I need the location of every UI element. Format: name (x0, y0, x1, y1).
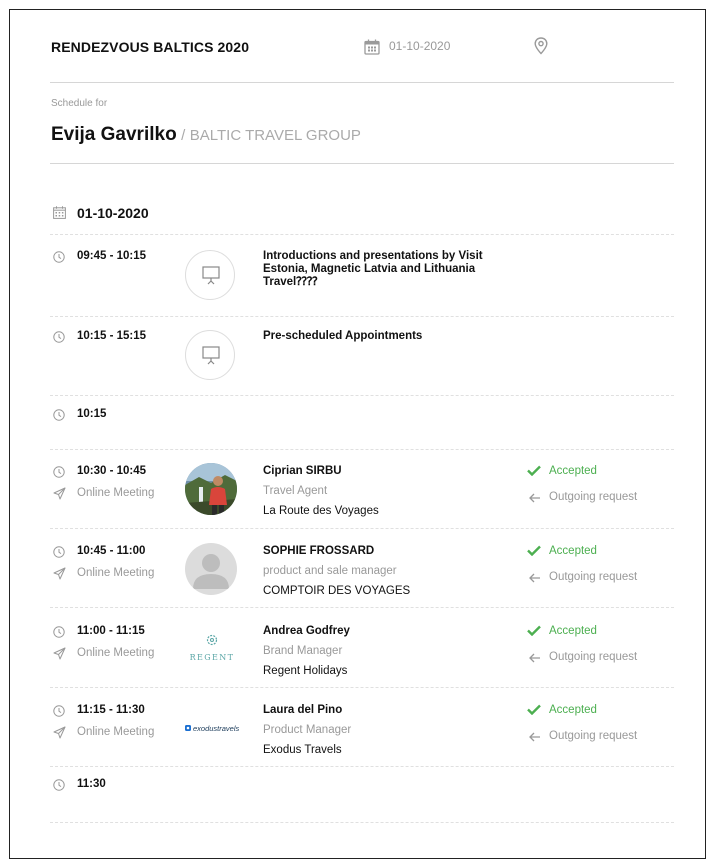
status-accepted: Accepted (549, 545, 597, 557)
time-range: 10:30 - 10:45 (77, 465, 147, 477)
event-title: RENDEZVOUS BALTICS 2020 (51, 39, 250, 55)
time-slot: 10:15 (77, 408, 107, 420)
participant-role: Product Manager (263, 724, 352, 736)
regent-logo-icon (206, 634, 218, 646)
meeting-mode: Online Meeting (77, 567, 155, 579)
time-range: 11:00 - 11:15 (77, 625, 145, 637)
divider (50, 163, 674, 164)
schedule-page: RENDEZVOUS BALTICS 2020 01-10-2020 Sched… (9, 9, 706, 859)
participant-name[interactable]: Ciprian SIRBU (263, 465, 342, 477)
participant-role: Travel Agent (263, 485, 328, 497)
send-icon (53, 726, 66, 739)
time-slot: 11:30 (77, 778, 106, 790)
session-icon-circle (185, 250, 235, 300)
session-title: Pre-scheduled Appointments (263, 330, 423, 342)
check-icon (527, 625, 541, 636)
check-icon (527, 465, 541, 476)
clock-icon (53, 251, 65, 263)
send-icon (53, 567, 66, 580)
request-direction: Outgoing request (549, 651, 638, 663)
request-direction: Outgoing request (549, 571, 638, 583)
exodus-logo[interactable]: exodustravels (185, 723, 241, 733)
clock-icon (53, 626, 65, 638)
location-pin-icon[interactable] (534, 37, 548, 55)
calendar-icon (364, 39, 380, 55)
event-header: RENDEZVOUS BALTICS 2020 01-10-2020 (50, 10, 674, 83)
row-divider (50, 687, 674, 688)
regent-logo-text: REGENT (189, 653, 235, 662)
row-divider (50, 528, 674, 529)
participant-company: Regent Holidays (263, 665, 348, 677)
avatar[interactable] (185, 463, 237, 515)
meeting-mode: Online Meeting (77, 487, 155, 499)
request-direction: Outgoing request (549, 730, 638, 742)
participant-company: Exodus Travels (263, 744, 342, 756)
request-direction: Outgoing request (549, 491, 638, 503)
participant-name[interactable]: SOPHIE FROSSARD (263, 545, 374, 557)
row-divider (50, 766, 674, 767)
avatar-placeholder[interactable] (185, 543, 237, 595)
arrow-left-icon (529, 573, 540, 583)
participant-photo (185, 463, 237, 515)
row-divider (50, 449, 674, 450)
meeting-mode: Online Meeting (77, 726, 155, 738)
schedule-owner: Evija Gavrilko / BALTIC TRAVEL GROUP (51, 124, 361, 146)
clock-icon (53, 705, 65, 717)
clock-icon (53, 409, 65, 421)
time-range: 10:15 - 15:15 (77, 330, 147, 342)
participant-name[interactable]: Laura del Pino (263, 704, 342, 716)
participant-role: Brand Manager (263, 645, 343, 657)
clock-icon (53, 331, 65, 343)
time-range: 10:45 - 11:00 (77, 545, 146, 557)
session-title: Introductions and presentations by Visit… (263, 250, 483, 288)
clock-icon (53, 546, 65, 558)
exodus-logo-text: exodustravels (193, 724, 240, 733)
participant-company: COMPTOIR DES VOYAGES (263, 585, 411, 597)
status-accepted: Accepted (549, 625, 597, 637)
arrow-left-icon (529, 732, 540, 742)
check-icon (527, 545, 541, 556)
person-company: BALTIC TRAVEL GROUP (189, 127, 361, 144)
participant-name[interactable]: Andrea Godfrey (263, 625, 350, 637)
session-icon-circle (185, 330, 235, 380)
clock-icon (53, 779, 65, 791)
presentation-icon (202, 266, 220, 285)
person-name: Evija Gavrilko (51, 124, 177, 145)
time-range: 11:15 - 11:30 (77, 704, 145, 716)
row-divider (50, 395, 674, 396)
row-divider (50, 234, 674, 235)
company-logo[interactable]: REGENT (187, 633, 237, 662)
row-divider (50, 316, 674, 317)
name-separator: / (181, 127, 186, 144)
arrow-left-icon (529, 493, 540, 503)
row-divider (50, 607, 674, 608)
status-accepted: Accepted (549, 704, 597, 716)
clock-icon (53, 466, 65, 478)
meeting-mode: Online Meeting (77, 647, 155, 659)
status-accepted: Accepted (549, 465, 597, 477)
time-range: 09:45 - 10:15 (77, 250, 147, 262)
schedule-for-label: Schedule for (51, 98, 108, 109)
send-icon (53, 647, 66, 660)
day-date: 01-10-2020 (77, 205, 149, 221)
event-date: 01-10-2020 (389, 39, 451, 53)
row-divider (50, 822, 674, 823)
presentation-icon (202, 346, 220, 365)
participant-company: La Route des Voyages (263, 505, 379, 517)
calendar-icon (53, 206, 66, 219)
user-placeholder-icon (185, 543, 237, 595)
check-icon (527, 704, 541, 715)
send-icon (53, 487, 66, 500)
arrow-left-icon (529, 653, 540, 663)
participant-role: product and sale manager (263, 565, 397, 577)
